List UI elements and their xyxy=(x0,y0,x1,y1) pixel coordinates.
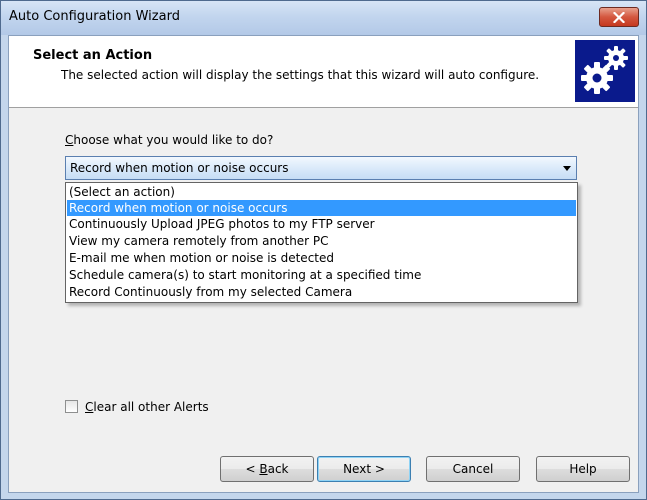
prompt-text: hoose what you would like to do? xyxy=(73,133,274,147)
back-prefix: < xyxy=(245,462,260,476)
dropdown-option[interactable]: Record Continuously from my selected Cam… xyxy=(67,284,576,300)
clear-alerts-checkbox[interactable] xyxy=(65,400,78,413)
wizard-header: Select an Action The selected action wil… xyxy=(9,36,638,108)
chevron-down-icon[interactable] xyxy=(563,166,571,171)
back-text: ack xyxy=(267,462,289,476)
action-select[interactable]: Record when motion or noise occurs xyxy=(65,156,577,180)
action-select-value: Record when motion or noise occurs xyxy=(70,161,289,175)
wizard-window: Auto Configuration Wizard Select an Acti… xyxy=(0,0,647,500)
clear-alerts-label[interactable]: Clear all other Alerts xyxy=(85,400,209,414)
page-title: Select an Action xyxy=(33,48,153,63)
dropdown-option[interactable]: Continuously Upload JPEG photos to my FT… xyxy=(67,216,576,232)
clear-alerts-text: lear all other Alerts xyxy=(93,400,209,414)
dropdown-option[interactable]: E-mail me when motion or noise is detect… xyxy=(67,250,576,266)
action-prompt-label: Choose what you would like to do? xyxy=(65,133,273,147)
wizard-body: Select an Action The selected action wil… xyxy=(8,35,639,493)
next-button[interactable]: Next > xyxy=(317,456,411,482)
window-title: Auto Configuration Wizard xyxy=(9,9,180,24)
help-button[interactable]: Help xyxy=(536,456,630,482)
gears-icon xyxy=(575,40,635,102)
mnemonic-b: B xyxy=(259,462,268,476)
title-bar[interactable]: Auto Configuration Wizard xyxy=(1,1,646,35)
back-button[interactable]: < Back xyxy=(220,456,314,482)
page-subtitle: The selected action will display the set… xyxy=(61,68,540,82)
dropdown-option[interactable]: Schedule camera(s) to start monitoring a… xyxy=(67,267,576,283)
dropdown-option[interactable]: (Select an action) xyxy=(67,184,576,200)
close-icon xyxy=(613,11,625,23)
close-button[interactable] xyxy=(599,7,639,27)
dropdown-option-selected[interactable]: Record when motion or noise occurs xyxy=(67,200,576,216)
dropdown-option[interactable]: View my camera remotely from another PC xyxy=(67,233,576,249)
action-dropdown-list[interactable]: (Select an action) Record when motion or… xyxy=(65,182,578,303)
cancel-button[interactable]: Cancel xyxy=(426,456,520,482)
